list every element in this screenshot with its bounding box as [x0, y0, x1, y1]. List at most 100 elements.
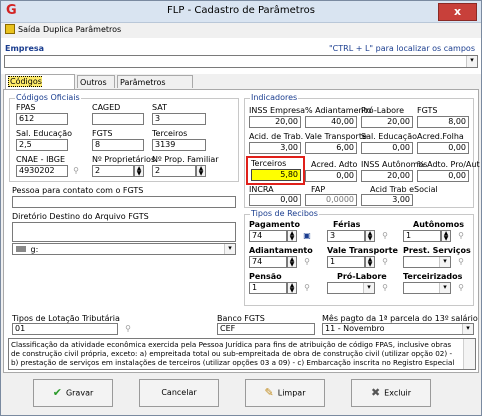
clean-icon: ✎	[264, 386, 274, 399]
search-binoculars-icon[interactable]: ⚲	[301, 256, 313, 267]
sat-label: SAT	[152, 103, 167, 112]
diretorio-fgts-list[interactable]	[12, 222, 236, 242]
ferias-input[interactable]: 3	[327, 230, 365, 242]
sal-educacao-ind-label: Sal. Educação	[361, 132, 417, 141]
fap-label: FAP	[311, 185, 326, 194]
fgts-indicator-input[interactable]: 8,00	[417, 116, 469, 128]
num-proprietarios-input[interactable]: 2	[92, 165, 134, 177]
inss-empresa-label: INSS Empresa	[249, 106, 306, 115]
ferias-spinner[interactable]: ▲ ▼	[365, 230, 375, 242]
pro-labore-input[interactable]: 20,00	[361, 116, 413, 128]
gravar-button[interactable]: ✔ Gravar	[33, 379, 113, 407]
empresa-select[interactable]: ▾	[4, 55, 478, 68]
tab-parametros-internos[interactable]: Parâmetros Internos	[117, 75, 193, 100]
prest-servicos-select[interactable]: ▾	[403, 256, 451, 268]
tab-codigos-oficiais[interactable]: Códigos Oficiais	[5, 74, 75, 100]
fpas-input[interactable]: 612	[16, 113, 68, 125]
descricao-scrollbar[interactable]	[463, 339, 475, 369]
fgts-code-input[interactable]: 8	[92, 139, 144, 151]
search-binoculars-icon[interactable]: ⚲	[122, 323, 134, 334]
recibos-title: Tipos de Recibos	[250, 209, 319, 218]
adiantamento-input[interactable]: 40,00	[305, 116, 357, 128]
adiantamento-recibo-spinner[interactable]: ▲ ▼	[287, 256, 297, 268]
sal-educacao-input[interactable]: 2,5	[16, 139, 68, 151]
search-binoculars-icon[interactable]: ⚲	[301, 282, 313, 293]
pro-labore-recibo-select[interactable]: ▾	[327, 282, 375, 294]
lotacao-input[interactable]: 01	[12, 323, 118, 335]
search-binoculars-icon[interactable]: ⚲	[70, 165, 82, 176]
exit-icon	[5, 24, 15, 34]
empresa-label: Empresa	[5, 44, 45, 53]
adto-pro-aut-input[interactable]: 0,00	[417, 170, 469, 182]
tab-strip: Códigos Oficiais Outros Parâmetros Inter…	[3, 74, 479, 100]
acid-trab-input[interactable]: 3,00	[249, 142, 301, 154]
cancelar-button[interactable]: Cancelar	[139, 379, 219, 407]
num-proprietarios-spinner[interactable]: ▲ ▼	[134, 165, 144, 177]
mes13-select[interactable]: 11 - Novembro ▾	[322, 323, 474, 335]
sal-educacao-ind-input[interactable]: 0,00	[361, 142, 413, 154]
banco-fgts-input[interactable]: CEF	[217, 323, 315, 335]
chevron-down-icon: ▾	[439, 283, 450, 293]
incra-input[interactable]: 0,00	[249, 194, 301, 206]
codigos-oficiais-group: Códigos Oficiais FPAS 612 CAGED SAT 3 Sa…	[9, 93, 239, 182]
menu-duplica-parametros[interactable]: Duplica Parâmetros	[43, 25, 121, 34]
search-binoculars-icon[interactable]: ⚲	[455, 230, 467, 241]
excluir-button[interactable]: ✖ Excluir	[351, 379, 431, 407]
acred-adto-input[interactable]: 0,00	[305, 170, 357, 182]
delete-icon: ✖	[370, 386, 381, 399]
num-prop-familiar-label: Nº Prop. Familiar	[152, 155, 219, 164]
contato-fgts-input[interactable]	[12, 196, 236, 208]
drive-select[interactable]: g: ▾	[12, 243, 236, 255]
empresa-area: Empresa "CTRL + L" para localizar os cam…	[1, 38, 481, 74]
pensao-input[interactable]: 1	[249, 282, 287, 294]
chevron-down-icon: ▾	[466, 56, 477, 67]
pro-labore-recibo-label: Pró-Labore	[337, 272, 387, 281]
pagamento-spinner[interactable]: ▲ ▼	[287, 230, 297, 242]
title-bar: G FLP - Cadastro de Parâmetros x	[1, 1, 481, 23]
print-icon[interactable]: ▣	[301, 230, 313, 241]
empresa-hint: "CTRL + L" para localizar os campos	[329, 44, 475, 53]
tab-outros[interactable]: Outros	[77, 75, 115, 88]
acred-folha-input[interactable]: 0,00	[417, 142, 469, 154]
inss-empresa-input[interactable]: 20,00	[249, 116, 301, 128]
inss-autonomos-input[interactable]: 20,00	[361, 170, 413, 182]
fgts-indicator-label: FGTS	[417, 106, 438, 115]
prest-servicos-label: Prest. Serviços	[403, 246, 471, 255]
ferias-label: Férias	[333, 220, 361, 229]
autonomos-input[interactable]: 1	[403, 230, 441, 242]
caged-input[interactable]	[92, 113, 144, 125]
terceirizados-select[interactable]: ▾	[403, 282, 451, 294]
vale-transporte-label: Vale Transporte	[305, 132, 367, 141]
limpar-button[interactable]: ✎ Limpar	[245, 379, 325, 407]
caged-label: CAGED	[92, 103, 121, 112]
cnae-label: CNAE - IBGE	[16, 155, 66, 164]
num-prop-familiar-spinner[interactable]: ▲ ▼	[196, 165, 206, 177]
contato-fgts-label: Pessoa para contato com o FGTS	[12, 186, 144, 195]
search-binoculars-icon[interactable]: ⚲	[379, 256, 391, 267]
search-binoculars-icon[interactable]: ⚲	[455, 282, 467, 293]
sat-input[interactable]: 3	[152, 113, 206, 125]
vale-transporte-input[interactable]: 6,00	[305, 142, 357, 154]
terceiros-code-input[interactable]: 3139	[152, 139, 206, 151]
cnae-input[interactable]: 4930202	[16, 165, 68, 177]
vale-transporte-recibo-input[interactable]: 1	[327, 256, 365, 268]
acid-trab-esocial-input[interactable]: 3,00	[361, 194, 413, 206]
descricao-text: Classificação da atividade econômica exe…	[8, 338, 476, 370]
adiantamento-recibo-input[interactable]: 74	[249, 256, 287, 268]
vale-transporte-recibo-spinner[interactable]: ▲ ▼	[365, 256, 375, 268]
terceirizados-label: Terceirizados	[403, 272, 463, 281]
search-binoculars-icon[interactable]: ⚲	[379, 282, 391, 293]
pensao-spinner[interactable]: ▲ ▼	[287, 282, 297, 294]
search-binoculars-icon[interactable]: ⚲	[379, 230, 391, 241]
search-binoculars-icon[interactable]: ⚲	[455, 256, 467, 267]
num-prop-familiar-input[interactable]: 2	[152, 165, 196, 177]
autonomos-spinner[interactable]: ▲ ▼	[441, 230, 451, 242]
close-icon[interactable]: x	[438, 3, 477, 21]
adiantamento-recibo-label: Adiantamento	[249, 246, 313, 255]
menu-saida[interactable]: Saída	[18, 25, 40, 34]
pagamento-input[interactable]: 74	[249, 230, 287, 242]
main-window: G FLP - Cadastro de Parâmetros x Saída D…	[0, 0, 482, 416]
pro-labore-label: Pró-Labore	[361, 106, 405, 115]
fap-input[interactable]: 0,0000	[305, 194, 357, 206]
terceiros-code-label: Terceiros	[152, 129, 188, 138]
